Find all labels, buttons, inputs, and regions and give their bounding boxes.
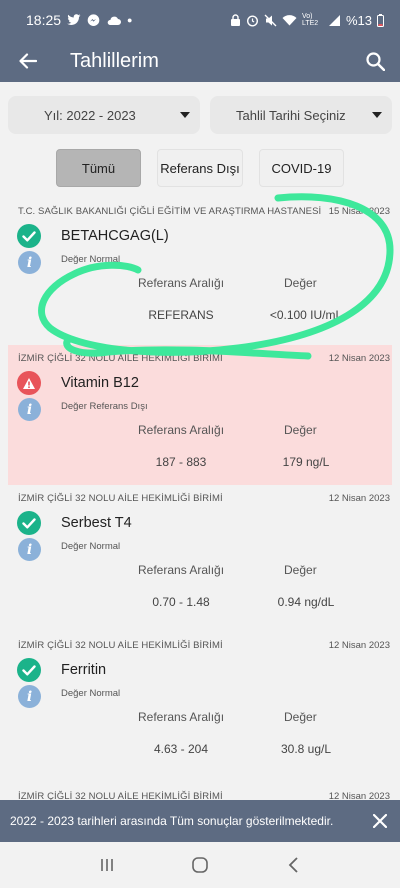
signal-icon	[328, 15, 340, 26]
warning-icon	[17, 371, 41, 395]
system-back-button[interactable]	[273, 845, 313, 885]
result-state: Değer Normal	[61, 541, 121, 552]
reference-range: 0.70 - 1.48	[152, 595, 210, 609]
battery-percent: %13	[345, 12, 372, 28]
tab-all[interactable]: Tümü	[56, 149, 141, 187]
result-card[interactable]: İZMİR ÇİĞLİ 32 NOLU AİLE HEKİMLİĞİ BİRİM…	[8, 485, 392, 632]
result-value: <0.100 IU/mL	[269, 308, 343, 322]
dot-icon: ●	[127, 15, 133, 25]
page-title: Tahlillerim	[70, 49, 159, 72]
status-bar: 18:25 ● Vo) LTE2 %13	[0, 0, 400, 40]
home-button[interactable]	[180, 845, 220, 885]
year-select-value: Yıl: 2022 - 2023	[44, 107, 136, 123]
result-value: 0.94 ng/dL	[277, 595, 335, 609]
system-nav-bar	[0, 842, 400, 888]
value-header: Değer	[284, 563, 317, 577]
search-icon	[365, 51, 385, 71]
wifi-icon	[282, 15, 297, 26]
tab-out-of-reference[interactable]: Referans Dışı	[157, 149, 243, 187]
result-organization: T.C. SAĞLIK BAKANLIĞI ÇİĞLİ EĞİTİM VE AR…	[18, 206, 322, 217]
result-state: Değer Referans Dışı	[61, 401, 148, 412]
snackbar-message: 2022 - 2023 tarihleri arasında Tüm sonuç…	[10, 814, 334, 828]
snackbar: 2022 - 2023 tarihleri arasında Tüm sonuç…	[0, 800, 400, 842]
back-button[interactable]	[0, 40, 56, 82]
result-date: 12 Nisan 2023	[328, 640, 390, 651]
result-state: Değer Normal	[61, 254, 121, 265]
reference-range-header: Referans Aralığı	[138, 276, 225, 290]
check-icon	[17, 511, 41, 535]
result-organization: İZMİR ÇİĞLİ 32 NOLU AİLE HEKİMLİĞİ BİRİM…	[18, 640, 223, 651]
reference-range-header: Referans Aralığı	[138, 710, 225, 724]
reference-range: 4.63 - 204	[153, 742, 209, 756]
result-card[interactable]: İZMİR ÇİĞLİ 32 NOLU AİLE HEKİMLİĞİ BİRİM…	[8, 345, 392, 485]
test-name: Ferritin	[61, 662, 107, 678]
info-icon[interactable]: i	[18, 538, 41, 561]
app-bar: Tahlillerim	[0, 40, 400, 82]
lock-icon	[230, 14, 240, 26]
recent-apps-button[interactable]	[87, 845, 127, 885]
result-value: 30.8 ug/L	[280, 742, 332, 756]
tab-bar: Tümü Referans Dışı COVID-19	[0, 149, 400, 187]
filter-row: Yıl: 2022 - 2023 Tahlil Tarihi Seçiniz	[8, 96, 392, 134]
result-organization: İZMİR ÇİĞLİ 32 NOLU AİLE HEKİMLİĞİ BİRİM…	[18, 353, 223, 364]
cloud-icon	[107, 16, 122, 25]
result-date: 12 Nisan 2023	[328, 493, 390, 504]
mute-icon	[264, 14, 277, 26]
result-state: Değer Normal	[61, 688, 121, 699]
twitter-icon	[67, 14, 81, 25]
network-label: Vo) LTE2	[301, 13, 319, 27]
info-icon[interactable]: i	[18, 398, 41, 421]
arrow-left-icon	[19, 53, 37, 69]
recent-apps-icon	[100, 859, 113, 871]
clock: 18:25	[26, 12, 62, 28]
result-value: 179 ng/L	[282, 455, 330, 469]
date-select-value: Tahlil Tarihi Seçiniz	[236, 107, 346, 123]
dropdown-caret-icon	[180, 112, 190, 118]
tab-covid-19[interactable]: COVID-19	[259, 149, 344, 187]
result-date: 15 Nisan 2023	[328, 206, 390, 217]
battery-icon	[377, 13, 384, 27]
test-name: BETAHCGAG(L)	[61, 228, 169, 244]
test-name: Vitamin B12	[61, 375, 139, 391]
date-select[interactable]: Tahlil Tarihi Seçiniz	[210, 96, 392, 134]
chevron-left-icon	[289, 857, 298, 873]
home-icon	[192, 857, 208, 873]
test-name: Serbest T4	[61, 515, 132, 531]
search-button[interactable]	[350, 40, 400, 82]
value-header: Değer	[284, 276, 317, 290]
info-icon[interactable]: i	[18, 251, 41, 274]
messenger-icon	[87, 13, 100, 26]
close-icon	[373, 814, 387, 828]
reference-range: REFERANS	[148, 308, 214, 322]
check-icon	[17, 658, 41, 682]
dropdown-caret-icon	[372, 112, 382, 118]
reference-range-header: Referans Aralığı	[138, 423, 225, 437]
check-icon	[17, 224, 41, 248]
result-date: 12 Nisan 2023	[328, 353, 390, 364]
alarm-icon	[246, 14, 258, 27]
info-icon[interactable]: i	[18, 685, 41, 708]
result-organization: İZMİR ÇİĞLİ 32 NOLU AİLE HEKİMLİĞİ BİRİM…	[18, 493, 223, 504]
reference-range: 187 - 883	[155, 455, 207, 469]
reference-range-header: Referans Aralığı	[138, 563, 225, 577]
result-card[interactable]: T.C. SAĞLIK BAKANLIĞI ÇİĞLİ EĞİTİM VE AR…	[8, 198, 392, 345]
result-card[interactable]: İZMİR ÇİĞLİ 32 NOLU AİLE HEKİMLİĞİ BİRİM…	[8, 632, 392, 783]
year-select[interactable]: Yıl: 2022 - 2023	[8, 96, 200, 134]
value-header: Değer	[284, 710, 317, 724]
snackbar-close-button[interactable]	[360, 800, 400, 842]
value-header: Değer	[284, 423, 317, 437]
